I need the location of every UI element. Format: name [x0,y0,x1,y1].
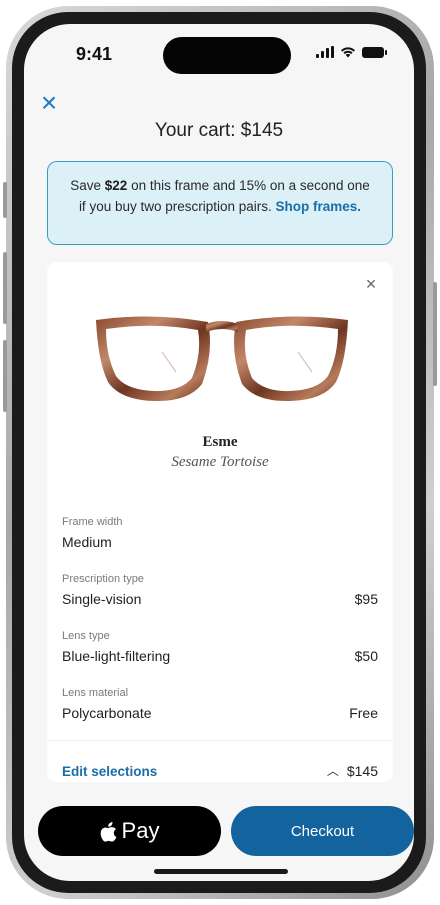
wifi-icon [341,47,355,58]
glasses-image [96,316,348,402]
spec-value: Polycarbonate [62,705,152,721]
spec-label: Lens type [62,630,110,642]
dynamic-island [163,37,291,74]
promo-text-start: Save [70,178,105,193]
remove-item-icon[interactable]: × [363,275,379,293]
spec-prescription-type: Prescription type Single-vision $95 [62,573,378,607]
spec-price: Free [349,705,378,721]
status-time: 9:41 [76,44,113,64]
spec-frame-width: Frame width Medium [62,516,378,550]
apple-pay-label: Pay [121,818,160,843]
apple-pay-button[interactable]: Pay [38,806,221,856]
home-indicator [154,869,288,874]
volume-up-button [3,252,7,324]
shop-frames-link[interactable]: Shop frames. [276,199,362,214]
spec-value: Medium [62,534,112,550]
status-icons [316,46,387,58]
spec-label: Lens material [62,687,129,699]
apple-logo-icon [100,821,116,842]
spec-price: $50 [354,648,378,664]
cellular-signal-icon [316,46,334,58]
spec-label: Frame width [62,516,123,528]
spec-price: $95 [354,591,378,607]
spec-lens-type: Lens type Blue-light-filtering $50 [62,630,378,664]
action-button [3,182,7,218]
chevron-up-icon: ︿ [326,764,339,778]
spec-value: Blue-light-filtering [62,648,171,664]
price-summary-toggle[interactable]: ︿ $145 [327,762,378,779]
volume-down-button [3,340,7,412]
spec-label: Prescription type [62,573,144,585]
cart-title: Your cart: $145 [154,120,284,141]
close-icon[interactable]: × [36,89,62,117]
promo-amount: $22 [104,178,128,193]
frame-color: Sesame Tortoise [171,454,269,470]
spec-value: Single-vision [62,591,142,607]
item-total: $145 [346,762,378,779]
frame-name: Esme [202,434,238,450]
cart-item-card: × Esme Sesame Tortoise Frame width Mediu… [47,262,393,782]
battery-icon [362,46,387,58]
power-button [433,282,437,386]
promo-banner: Save $22 on this frame and 15% on a seco… [47,161,393,245]
checkout-button[interactable]: Checkout [231,806,414,856]
spec-lens-material: Lens material Polycarbonate Free [62,687,378,721]
edit-selections-link[interactable]: Edit selections [62,764,157,779]
screen: 9:41 × Your cart: $145 Save $22 on this … [24,24,414,881]
divider [47,740,393,741]
